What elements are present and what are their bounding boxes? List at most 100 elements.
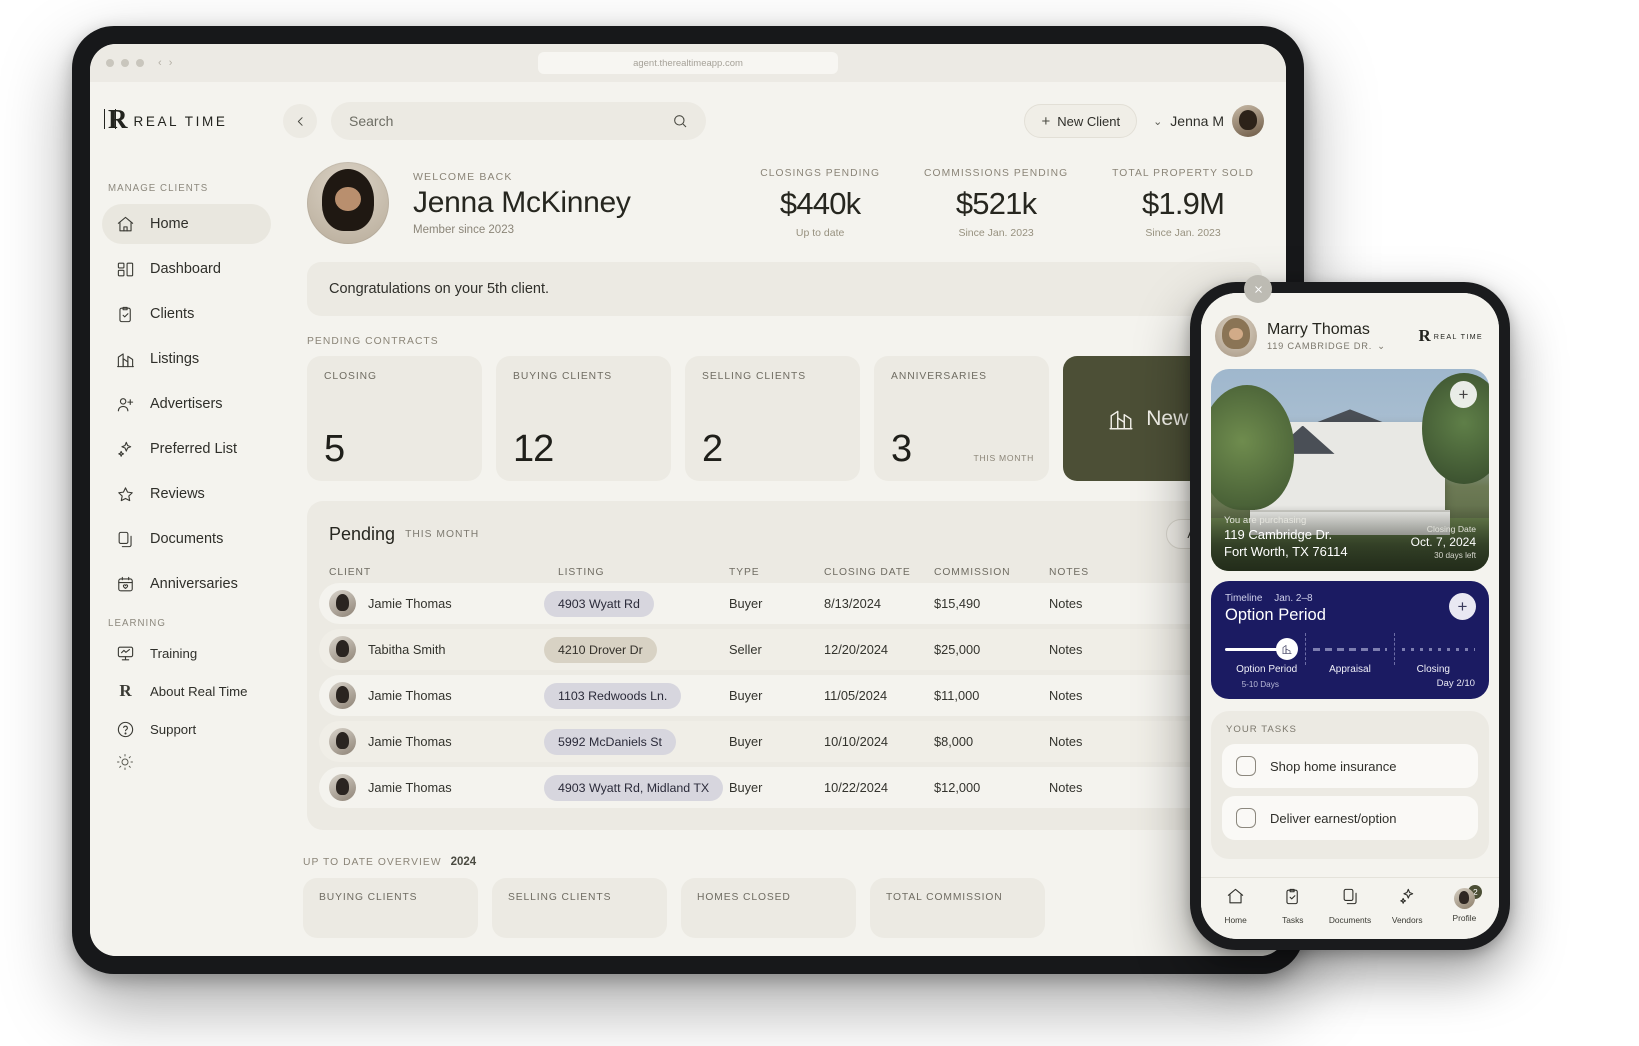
phone-client-address[interactable]: 119 CAMBRIDGE DR. ⌄ <box>1267 341 1386 352</box>
cell-notes[interactable]: Notes <box>1049 780 1139 795</box>
kpi-label: SELLING CLIENTS <box>702 371 807 382</box>
overview-card-homes-closed[interactable]: HOMES CLOSED <box>681 878 856 938</box>
sidebar-item-advertisers[interactable]: Advertisers <box>102 384 271 424</box>
task-item[interactable]: Deliver earnest/option <box>1222 796 1478 840</box>
nav-label: Profile <box>1452 913 1477 923</box>
task-item[interactable]: Shop home insurance <box>1222 744 1478 788</box>
nav-item-vendors[interactable]: Vendors <box>1379 887 1436 925</box>
add-timeline-event-button[interactable]: + <box>1449 593 1476 620</box>
documents-icon <box>1343 888 1357 904</box>
column-header-closing-date: CLOSING DATE <box>824 567 911 578</box>
nav-item-tasks[interactable]: Tasks <box>1264 887 1321 925</box>
new-client-button[interactable]: + New Client <box>1024 104 1138 138</box>
search-input[interactable] <box>349 113 638 129</box>
sidebar-item-anniversaries[interactable]: Anniversaries <box>102 564 271 604</box>
nav-item-home[interactable]: Home <box>1207 887 1264 925</box>
sidebar-item-listings[interactable]: Listings <box>102 339 271 379</box>
stat-closings-pending: CLOSINGS PENDING $440k Up to date <box>760 168 880 239</box>
cell-notes[interactable]: Notes <box>1049 734 1139 749</box>
table-row[interactable]: Jamie Thomas 1103 Redwoods Ln. Buyer 11/… <box>319 675 1274 716</box>
profile-avatar[interactable] <box>307 162 389 244</box>
cell-client: Jamie Thomas <box>329 774 544 801</box>
phone-scroll-area[interactable]: + You are purchasing 119 Cambridge Dr. F… <box>1201 369 1499 939</box>
chevron-down-icon: ⌄ <box>1377 340 1386 351</box>
timeline-track[interactable] <box>1225 633 1475 665</box>
cell-client: Jamie Thomas <box>329 590 544 617</box>
sidebar-item-training[interactable]: Training <box>102 635 271 671</box>
listing-chip[interactable]: 5992 McDaniels St <box>544 728 676 755</box>
sidebar-item-reviews[interactable]: Reviews <box>102 474 271 514</box>
kpi-card-selling-clients[interactable]: SELLING CLIENTS 2 <box>685 356 860 481</box>
sidebar-item-documents[interactable]: Documents <box>102 519 271 559</box>
stat-total-property-sold: TOTAL PROPERTY SOLD $1.9M Since Jan. 202… <box>1112 168 1254 239</box>
cell-notes[interactable]: Notes <box>1049 642 1139 657</box>
client-name: Tabitha Smith <box>368 642 446 657</box>
timeline-divider <box>1393 633 1395 665</box>
cell-notes[interactable]: Notes <box>1049 688 1139 703</box>
overview-card-buying-clients[interactable]: BUYING CLIENTS <box>303 878 478 938</box>
property-card[interactable]: + You are purchasing 119 Cambridge Dr. F… <box>1211 369 1489 571</box>
sidebar-section-manage: MANAGE CLIENTS <box>108 183 209 194</box>
listing-chip[interactable]: 4903 Wyatt Rd <box>544 590 654 617</box>
days-left: 30 days left <box>1434 551 1476 560</box>
sidebar-item-support[interactable]: Support <box>102 711 271 747</box>
table-row[interactable]: Jamie Thomas 5992 McDaniels St Buyer 10/… <box>319 721 1274 762</box>
avatar <box>329 590 356 617</box>
add-photo-button[interactable]: + <box>1450 381 1477 408</box>
table-row[interactable]: Jamie Thomas 4903 Wyatt Rd, Midland TX B… <box>319 767 1274 808</box>
table-row[interactable]: Jamie Thomas 4903 Wyatt Rd Buyer 8/13/20… <box>319 583 1274 624</box>
cell-commission: $15,490 <box>934 596 981 611</box>
window-controls[interactable] <box>106 59 144 67</box>
nav-item-documents[interactable]: Documents <box>1321 887 1378 925</box>
timeline-card[interactable]: Timeline Jan. 2–8 Option Period + Option… <box>1211 581 1489 699</box>
timeline-segment-appraisal <box>1313 647 1387 651</box>
kpi-label: CLOSING <box>324 371 377 382</box>
sidebar-item-home[interactable]: Home <box>102 204 271 244</box>
avatar[interactable] <box>1215 315 1257 357</box>
sidebar-item-dashboard[interactable]: Dashboard <box>102 249 271 289</box>
nav-label: Documents <box>1328 914 1372 925</box>
timeline-range: Jan. 2–8 <box>1274 593 1313 604</box>
nav-label: Vendors <box>1391 914 1423 925</box>
back-button[interactable] <box>283 104 317 138</box>
property-address-line1: 119 Cambridge Dr. <box>1224 526 1333 542</box>
sidebar-item-preferred-list[interactable]: Preferred List <box>102 429 271 469</box>
user-menu[interactable]: ⌄ Jenna M <box>1153 105 1264 137</box>
checkbox[interactable] <box>1236 808 1256 828</box>
listing-chip[interactable]: 4903 Wyatt Rd, Midland TX <box>544 774 724 801</box>
property-kicker: You are purchasing <box>1224 514 1307 526</box>
home-icon <box>1227 888 1244 903</box>
overview-card-total-commission[interactable]: TOTAL COMMISSION <box>870 878 1045 938</box>
cell-type: Buyer <box>729 734 763 749</box>
nav-arrows-icon[interactable]: ‹ › <box>158 57 174 69</box>
cell-listing: 5992 McDaniels St <box>544 728 729 755</box>
cell-notes[interactable]: Notes <box>1049 596 1139 611</box>
search-bar[interactable] <box>331 102 706 140</box>
theme-toggle-sun-icon[interactable] <box>116 753 283 776</box>
panel-title: Pending <box>329 523 396 544</box>
sparkles-icon <box>1399 888 1413 904</box>
avatar[interactable] <box>1232 105 1264 137</box>
nav-item-profile[interactable]: 2 Profile <box>1436 885 1493 923</box>
home-icon <box>116 215 135 234</box>
sidebar-label: Clients <box>150 306 195 322</box>
cell-listing: 4903 Wyatt Rd <box>544 590 729 617</box>
table-row[interactable]: Tabitha Smith 4210 Drover Dr Seller 12/2… <box>319 629 1274 670</box>
dashed-track <box>1313 647 1387 651</box>
kpi-card-closing[interactable]: CLOSING 5 <box>307 356 482 481</box>
client-name: Jamie Thomas <box>368 688 452 703</box>
listing-chip[interactable]: 1103 Redwoods Ln. <box>544 682 682 709</box>
checkbox[interactable] <box>1236 756 1256 776</box>
close-icon[interactable] <box>1244 275 1272 303</box>
timeline-knob-house-icon[interactable] <box>1276 638 1299 660</box>
brand-logo[interactable]: R REAL TIME <box>90 104 283 138</box>
cell-closing-date: 11/05/2024 <box>824 688 888 703</box>
sidebar-item-about-real-time[interactable]: R About Real Time <box>102 673 271 709</box>
overview-card-selling-clients[interactable]: SELLING CLIENTS <box>492 878 667 938</box>
sidebar-item-clients[interactable]: Clients <box>102 294 271 334</box>
kpi-card-anniversaries[interactable]: ANNIVERSARIES 3 THIS MONTH <box>874 356 1049 481</box>
kpi-card-buying-clients[interactable]: BUYING CLIENTS 12 <box>496 356 671 481</box>
stat-note: Up to date <box>795 226 845 239</box>
address-bar[interactable]: agent.therealtimeapp.com <box>538 52 838 74</box>
listing-chip[interactable]: 4210 Drover Dr <box>544 636 657 663</box>
